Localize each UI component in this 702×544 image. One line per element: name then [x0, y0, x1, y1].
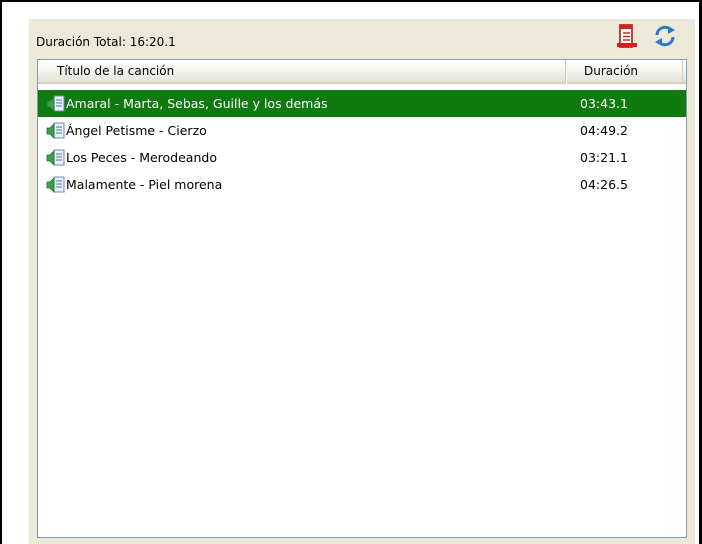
- list-header: Título de la canción Duración: [38, 60, 686, 84]
- playlist-panel: Duración Total: 16:20.1 Título de la can…: [29, 19, 695, 544]
- window-border-left: [0, 0, 2, 544]
- refresh-button[interactable]: [652, 23, 678, 49]
- column-header-title[interactable]: Título de la canción: [38, 60, 566, 84]
- song-duration: 04:49.2: [580, 123, 628, 138]
- song-title: Malamente - Piel morena: [66, 177, 223, 192]
- total-duration-label: Duración Total: 16:20.1: [36, 35, 176, 49]
- song-list[interactable]: Título de la canción Duración Amaral - M…: [37, 59, 687, 538]
- audio-file-icon: [46, 176, 65, 193]
- refresh-icon: [655, 25, 675, 47]
- column-header-duration[interactable]: Duración: [567, 60, 683, 84]
- song-title: Amaral - Marta, Sebas, Guille y los demá…: [66, 96, 328, 111]
- song-duration: 03:43.1: [580, 96, 628, 111]
- playlist-icon: [617, 24, 637, 48]
- song-row[interactable]: Malamente - Piel morena 04:26.5: [38, 171, 686, 198]
- song-duration: 03:21.1: [580, 150, 628, 165]
- song-row[interactable]: Amaral - Marta, Sebas, Guille y los demá…: [38, 90, 686, 117]
- song-duration: 04:26.5: [580, 177, 628, 192]
- audio-file-icon: [46, 149, 65, 166]
- column-header-filler: [683, 60, 686, 84]
- playlist-button[interactable]: [614, 23, 640, 49]
- song-row[interactable]: Los Peces - Merodeando 03:21.1: [38, 144, 686, 171]
- audio-file-icon: [46, 122, 65, 139]
- song-title: Ángel Petisme - Cierzo: [66, 123, 207, 138]
- audio-file-icon: [46, 95, 65, 112]
- song-rows: Amaral - Marta, Sebas, Guille y los demá…: [38, 90, 686, 198]
- window-border-top: [0, 0, 702, 2]
- song-row[interactable]: Ángel Petisme - Cierzo 04:49.2: [38, 117, 686, 144]
- song-title: Los Peces - Merodeando: [66, 150, 217, 165]
